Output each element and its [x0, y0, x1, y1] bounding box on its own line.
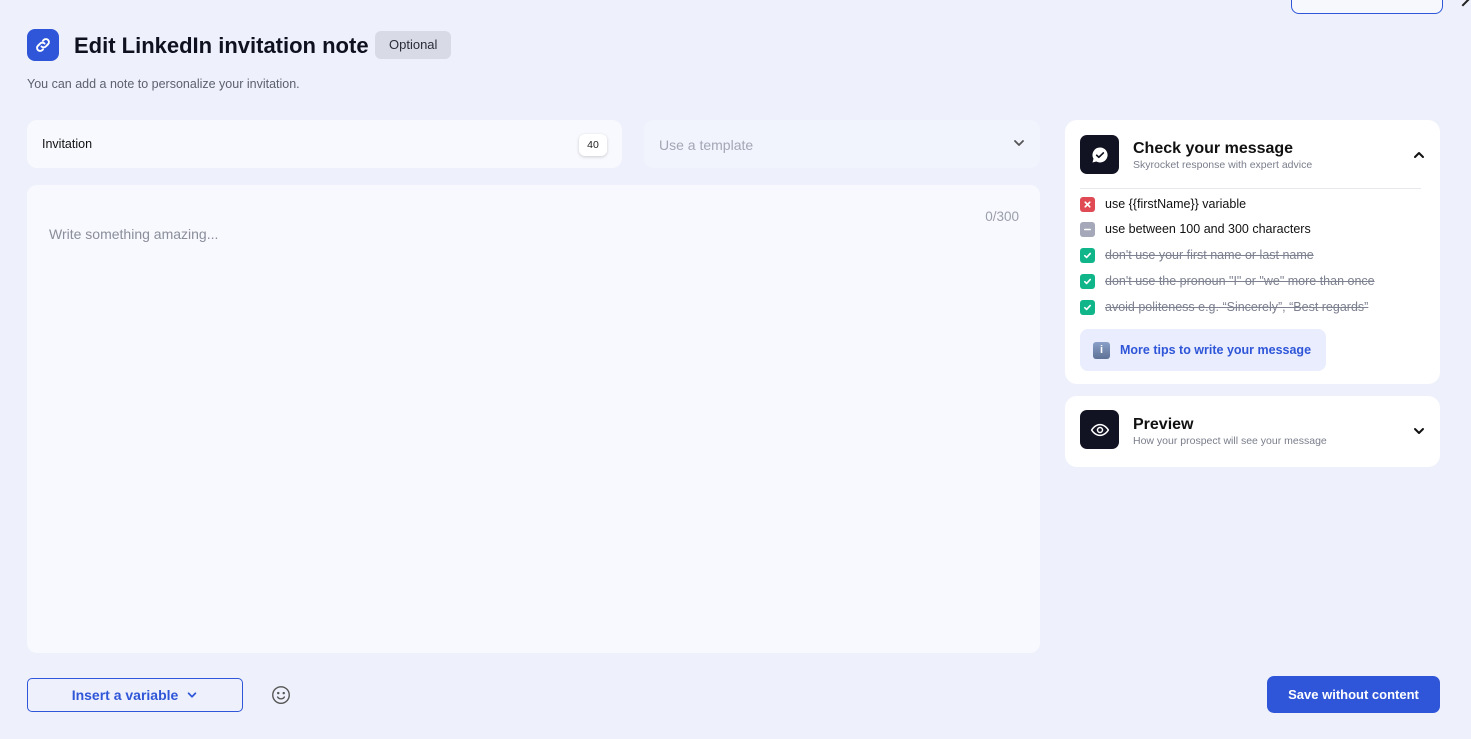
check-card-subtitle: Skyrocket response with expert advice: [1133, 159, 1313, 171]
rule-text: don't use the pronoun "I" or "we" more t…: [1105, 274, 1375, 288]
check-icon: [1080, 299, 1095, 315]
more-tips-label: More tips to write your message: [1120, 343, 1312, 357]
rule-text: avoid politeness e.g. “Sincerely”, “Best…: [1105, 300, 1369, 314]
preview-card-title: Preview: [1133, 416, 1194, 433]
minus-icon: [1080, 221, 1095, 237]
check-message-card: Check your message Skyrocket response wi…: [1065, 120, 1440, 384]
check-icon: [1080, 273, 1095, 289]
template-select[interactable]: Use a template: [644, 120, 1040, 168]
page-title: Edit LinkedIn invitation note: [74, 33, 369, 58]
chevron-down-icon[interactable]: [1412, 424, 1426, 443]
rule-item: avoid politeness e.g. “Sincerely”, “Best…: [1080, 299, 1368, 315]
message-editor-placeholder: Write something amazing...: [49, 226, 219, 242]
save-without-content-button[interactable]: Save without content: [1267, 676, 1440, 713]
smiley-icon[interactable]: [270, 684, 292, 706]
invitation-name-value: Invitation: [42, 137, 93, 151]
close-arrow-icon[interactable]: [1454, 0, 1471, 7]
eye-icon: [1080, 410, 1119, 449]
card-divider: [1080, 188, 1421, 189]
more-tips-button[interactable]: i More tips to write your message: [1080, 329, 1326, 371]
template-select-placeholder: Use a template: [659, 137, 754, 153]
preview-card-subtitle: How your prospect will see your message: [1133, 435, 1327, 447]
character-count-badge: 40: [579, 134, 607, 156]
rule-item: use between 100 and 300 characters: [1080, 221, 1311, 237]
chat-bubble-check-icon: [1080, 135, 1119, 174]
optional-badge: Optional: [375, 31, 452, 59]
link-icon: [27, 29, 59, 61]
chevron-down-icon: [188, 692, 197, 698]
x-icon: [1080, 196, 1095, 212]
insert-variable-button[interactable]: Insert a variable: [27, 678, 243, 712]
message-char-counter: 0/300: [985, 209, 1019, 224]
rule-item: use {{firstName}} variable: [1080, 196, 1246, 212]
rule-text: use between 100 and 300 characters: [1105, 222, 1311, 236]
message-editor[interactable]: 0/300 Write something amazing...: [27, 185, 1040, 653]
check-icon: [1080, 247, 1095, 263]
rule-text: use {{firstName}} variable: [1105, 197, 1247, 211]
rule-item: don't use your first name or last name: [1080, 247, 1314, 263]
rule-item: don't use the pronoun "I" or "we" more t…: [1080, 273, 1375, 289]
check-card-title: Check your message: [1133, 140, 1294, 157]
rule-text: don't use your first name or last name: [1105, 248, 1314, 262]
chevron-up-icon[interactable]: [1412, 148, 1426, 167]
page-subtitle: You can add a note to personalize your i…: [27, 77, 300, 91]
preview-card[interactable]: Preview How your prospect will see your …: [1065, 396, 1440, 467]
invitation-name-field[interactable]: Invitation 40: [27, 120, 622, 168]
insert-variable-label: Insert a variable: [71, 687, 179, 703]
top-action-button[interactable]: [1291, 0, 1443, 14]
info-icon: i: [1093, 341, 1110, 359]
chevron-down-icon: [1012, 136, 1026, 155]
